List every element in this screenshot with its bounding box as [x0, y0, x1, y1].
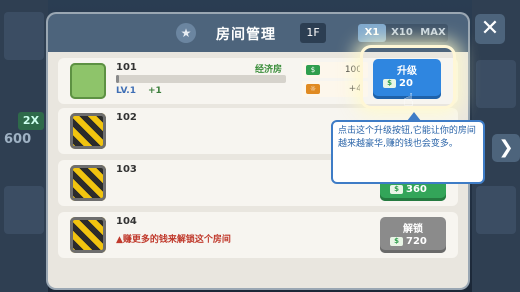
- multiplier-x1[interactable]: X1: [358, 24, 386, 42]
- multiplier-x10[interactable]: X10: [388, 24, 416, 42]
- chevron-right-icon: ❯: [498, 137, 514, 158]
- cash-icon: $: [390, 185, 403, 194]
- room-bonus: ☼ +4: [302, 81, 368, 97]
- close-icon: ✕: [480, 16, 500, 41]
- floor-badge: 1F: [300, 23, 326, 43]
- cash-icon: $: [390, 237, 403, 246]
- star-icon: ★: [176, 23, 196, 43]
- unlock-cost: 360: [406, 184, 427, 195]
- multiplier-max[interactable]: MAX: [418, 24, 448, 42]
- locked-room-thumbnail: [70, 113, 106, 149]
- background-multiplier-badge: 2X: [18, 112, 44, 130]
- panel-title: 房间管理: [216, 27, 276, 43]
- multiplier-toggle: X1 X10 MAX: [358, 24, 448, 42]
- locked-room-thumbnail: [70, 217, 106, 253]
- room-progress-fill: [116, 75, 120, 83]
- room-level-bonus: +1: [148, 86, 162, 96]
- upgrade-button-label: 升级: [397, 66, 417, 77]
- room-bonus-value: +4: [348, 84, 362, 94]
- background-room: [476, 186, 516, 234]
- room-number: 101: [116, 62, 137, 73]
- unlock-button-label: 解锁: [403, 224, 423, 235]
- background-room: [4, 186, 44, 234]
- room-number: 103: [116, 164, 137, 175]
- panel-header: ★ 房间管理 1F X1 X10 MAX: [48, 14, 468, 52]
- unlock-hint: ▲赚更多的钱来解锁这个房间: [116, 235, 231, 245]
- room-progress-bar: [116, 75, 286, 83]
- room-number: 102: [116, 112, 137, 123]
- room-type: 经济房: [255, 65, 283, 75]
- unlock-cost: 720: [406, 236, 427, 247]
- room-income: $ 100: [302, 62, 368, 78]
- upgrade-cost: 20: [399, 78, 413, 89]
- room-row-104: 104 ▲赚更多的钱来解锁这个房间 解锁 $ 720: [58, 212, 458, 258]
- background-number: 600: [4, 132, 32, 147]
- cash-icon: $: [383, 79, 396, 88]
- close-button[interactable]: ✕: [475, 14, 505, 44]
- room-level: LV.1: [116, 86, 136, 96]
- next-button[interactable]: ❯: [492, 134, 520, 162]
- background-room: [476, 60, 516, 108]
- background-room: [4, 12, 44, 60]
- sun-icon: ☼: [306, 84, 320, 94]
- locked-room-thumbnail: [70, 165, 106, 201]
- cash-icon: $: [306, 65, 320, 75]
- room-thumbnail: [70, 63, 106, 99]
- tutorial-tooltip: 点击这个升级按钮,它能让你的房间越来越豪华,赚的钱也会变多。: [331, 120, 485, 184]
- room-number: 104: [116, 216, 137, 227]
- room-income-value: 100: [344, 65, 362, 75]
- unlock-button-disabled[interactable]: 解锁 $ 720: [380, 217, 446, 253]
- hand-pointer-icon: ☝: [403, 90, 414, 111]
